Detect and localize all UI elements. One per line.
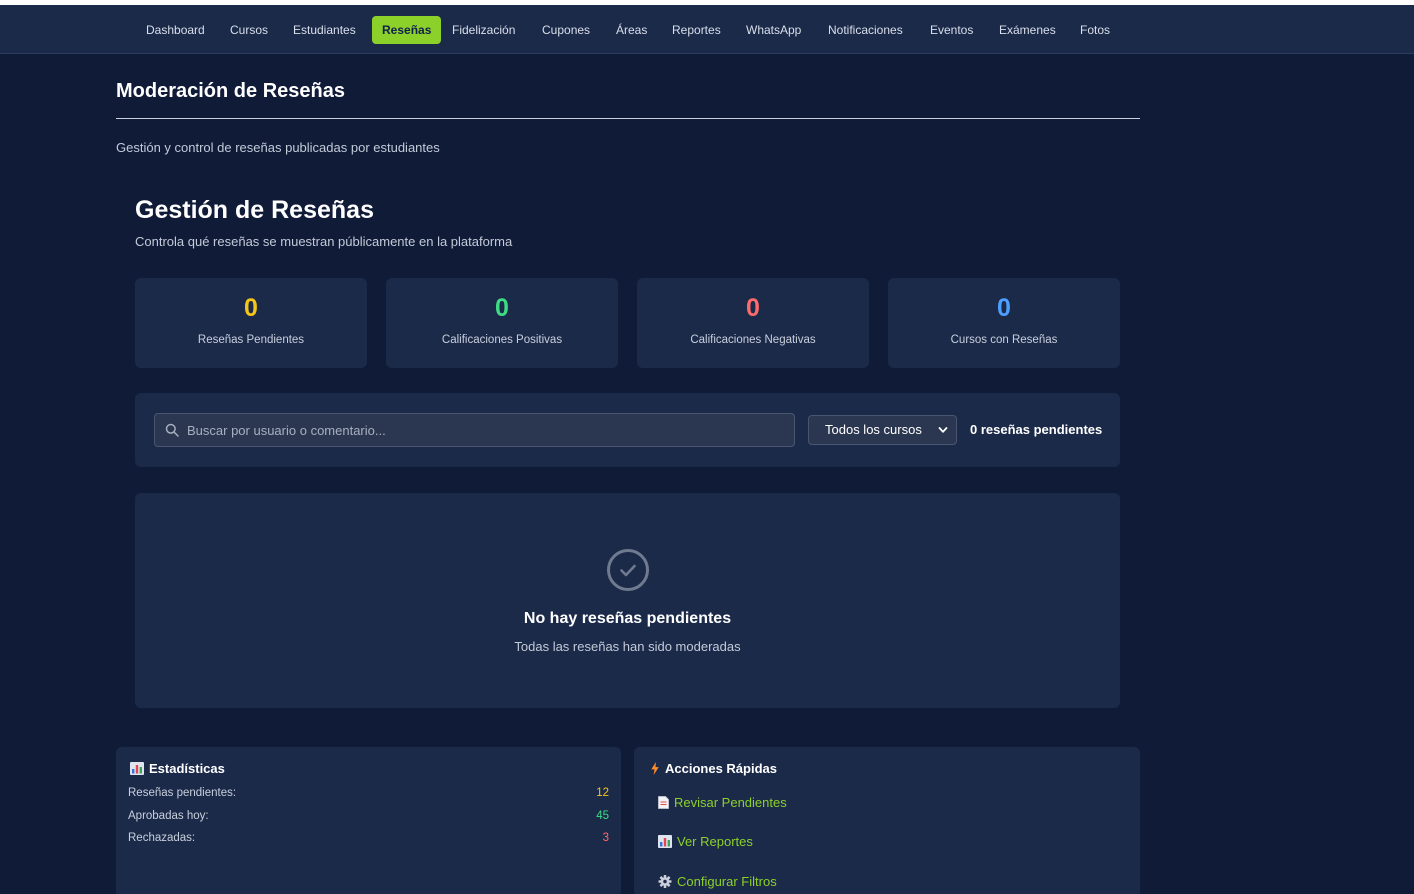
- stat-label: Reseñas Pendientes: [197, 334, 305, 346]
- acciones-panel: Acciones Rápidas Revisar Pendientes Ver …: [634, 747, 1140, 894]
- empty-state-panel: No hay reseñas pendientes Todas las rese…: [135, 493, 1120, 708]
- title-divider: [116, 118, 1140, 119]
- nav-item-eventos[interactable]: Eventos: [920, 16, 983, 44]
- pending-count: 0 reseñas pendientes: [970, 422, 1103, 437]
- nav-item-notificaciones[interactable]: Notificaciones: [818, 16, 913, 44]
- section-title: Gestión de Reseñas: [135, 196, 374, 224]
- check-circle-icon: [607, 549, 649, 591]
- bar-chart-icon: [130, 762, 144, 775]
- estadisticas-title: Estadísticas: [130, 761, 225, 776]
- search-icon: [165, 423, 179, 437]
- nav-item-fidelizacion[interactable]: Fidelización: [442, 16, 525, 44]
- configurar-filtros-link[interactable]: Configurar Filtros: [658, 874, 777, 889]
- empty-title: No hay reseñas pendientes: [523, 610, 732, 627]
- stat-value: 0: [244, 294, 258, 322]
- stat-row-approved: Aprobadas hoy: 45: [128, 810, 609, 826]
- stat-row-value: 3: [602, 832, 609, 844]
- nav-item-examenes[interactable]: Exámenes: [989, 16, 1066, 44]
- stat-row-label: Reseñas pendientes:: [128, 787, 237, 799]
- section-subtitle: Controla qué reseñas se muestran pública…: [135, 234, 513, 249]
- top-navbar: Dashboard Cursos Estudiantes Reseñas Fid…: [0, 5, 1414, 54]
- page-subtitle: Gestión y control de reseñas publicadas …: [116, 140, 440, 155]
- action-label: Ver Reportes: [677, 834, 753, 849]
- stat-row-rejected: Rechazadas: 3: [128, 832, 609, 848]
- stat-row-label: Rechazadas:: [128, 832, 196, 844]
- bar-chart-icon: [658, 835, 672, 848]
- action-label: Revisar Pendientes: [674, 795, 787, 810]
- stat-value: 0: [746, 294, 760, 322]
- stat-card-positive: 0 Calificaciones Positivas: [386, 278, 618, 368]
- nav-item-estudiantes[interactable]: Estudiantes: [283, 16, 366, 44]
- nav-item-reportes[interactable]: Reportes: [662, 16, 731, 44]
- nav-item-whatsapp[interactable]: WhatsApp: [736, 16, 811, 44]
- lightning-icon: [651, 762, 659, 775]
- nav-item-cupones[interactable]: Cupones: [532, 16, 600, 44]
- stat-row-value: 12: [596, 787, 609, 799]
- document-icon: [658, 796, 669, 809]
- page-title: Moderación de Reseñas: [116, 80, 345, 102]
- stat-label: Cursos con Reseñas: [950, 334, 1058, 346]
- filter-bar: Todos los cursos 0 reseñas pendientes: [135, 393, 1120, 467]
- acciones-title-text: Acciones Rápidas: [665, 761, 777, 776]
- revisar-pendientes-link[interactable]: Revisar Pendientes: [658, 795, 787, 810]
- stat-label: Calificaciones Negativas: [690, 334, 816, 346]
- acciones-title: Acciones Rápidas: [650, 761, 777, 776]
- ver-reportes-link[interactable]: Ver Reportes: [658, 834, 753, 849]
- estadisticas-title-text: Estadísticas: [149, 761, 225, 776]
- nav-item-cursos[interactable]: Cursos: [220, 16, 278, 44]
- stat-row-pending: Reseñas pendientes: 12: [128, 787, 609, 803]
- nav-item-areas[interactable]: Áreas: [606, 16, 657, 44]
- estadisticas-panel: Estadísticas Reseñas pendientes: 12 Apro…: [116, 747, 621, 894]
- stat-card-pending: 0 Reseñas Pendientes: [135, 278, 367, 368]
- course-select[interactable]: Todos los cursos: [808, 415, 957, 445]
- course-select-value: Todos los cursos: [825, 422, 922, 437]
- action-label: Configurar Filtros: [677, 874, 777, 889]
- empty-subtitle: Todas las reseñas han sido moderadas: [514, 639, 741, 654]
- nav-item-fotos[interactable]: Fotos: [1070, 16, 1120, 44]
- stat-row-value: 45: [596, 810, 609, 822]
- stat-card-courses: 0 Cursos con Reseñas: [888, 278, 1120, 368]
- stat-card-negative: 0 Calificaciones Negativas: [637, 278, 869, 368]
- stat-label: Calificaciones Positivas: [441, 334, 563, 346]
- stat-value: 0: [997, 294, 1011, 322]
- stat-value: 0: [495, 294, 509, 322]
- nav-item-dashboard[interactable]: Dashboard: [136, 16, 215, 44]
- search-box[interactable]: [154, 413, 795, 447]
- chevron-down-icon: [938, 427, 948, 433]
- gear-icon: [658, 875, 672, 888]
- search-input[interactable]: [187, 414, 787, 446]
- nav-item-resenas[interactable]: Reseñas: [372, 16, 442, 44]
- stat-row-label: Aprobadas hoy:: [128, 810, 209, 822]
